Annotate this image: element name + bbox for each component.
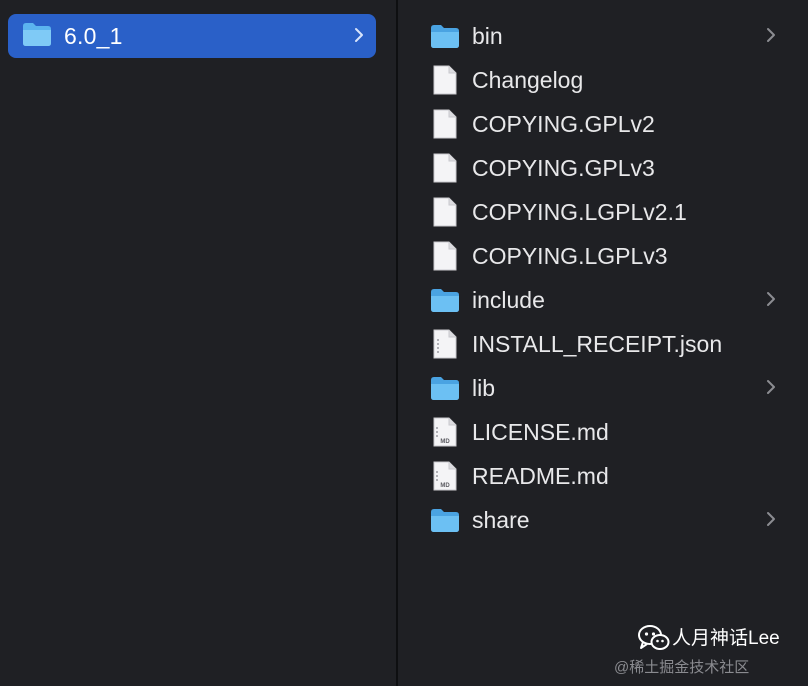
item-name: INSTALL_RECEIPT.json <box>472 330 723 357</box>
file-item[interactable]: MD README.md <box>398 454 808 498</box>
file-badge: MD <box>440 439 450 445</box>
document-icon <box>430 241 460 271</box>
watermark-brand: 人月神话Lee <box>672 628 780 649</box>
item-name: bin <box>472 22 503 49</box>
file-item[interactable]: Changelog <box>398 58 808 102</box>
folder-item[interactable]: bin <box>398 14 808 58</box>
chevron-right-icon <box>766 291 776 312</box>
chevron-right-icon <box>766 379 776 400</box>
folder-icon <box>430 505 460 535</box>
item-name: share <box>472 506 530 533</box>
watermark: 人月神话Lee @稀土掘金技术社区 <box>608 620 798 680</box>
wechat-icon <box>638 624 670 657</box>
right-column: bin Changelog COPYING.GPLv2 COPYING.GPLv3 CO… <box>398 0 808 686</box>
chevron-right-icon <box>766 511 776 532</box>
markdown-file-icon: MD <box>430 417 460 447</box>
document-icon <box>430 65 460 95</box>
folder-icon <box>430 21 460 51</box>
item-name: Changelog <box>472 66 584 93</box>
file-item[interactable]: MD LICENSE.md <box>398 410 808 454</box>
item-name: COPYING.LGPLv3 <box>472 242 668 269</box>
file-item[interactable]: COPYING.GPLv3 <box>398 146 808 190</box>
chevron-right-icon <box>766 27 776 48</box>
item-name: COPYING.GPLv3 <box>472 154 655 181</box>
item-name: include <box>472 286 545 313</box>
folder-icon <box>430 285 460 315</box>
watermark-site: @稀土掘金技术社区 <box>614 659 750 676</box>
document-icon <box>430 153 460 183</box>
folder-item[interactable]: share <box>398 498 808 542</box>
folder-item[interactable]: include <box>398 278 808 322</box>
file-item[interactable]: INSTALL_RECEIPT.json <box>398 322 808 366</box>
folder-item[interactable]: lib <box>398 366 808 410</box>
file-list: bin Changelog COPYING.GPLv2 COPYING.GPLv3 CO… <box>398 14 808 542</box>
item-name: README.md <box>472 462 609 489</box>
folder-item-6-0-1[interactable]: 6.0_1 <box>8 14 376 58</box>
chevron-right-icon <box>354 27 364 48</box>
item-name: COPYING.LGPLv2.1 <box>472 198 687 225</box>
item-name: COPYING.GPLv2 <box>472 110 655 137</box>
markdown-file-icon: MD <box>430 461 460 491</box>
file-item[interactable]: COPYING.LGPLv3 <box>398 234 808 278</box>
file-item[interactable]: COPYING.LGPLv2.1 <box>398 190 808 234</box>
item-name: lib <box>472 374 496 401</box>
folder-icon <box>22 21 52 52</box>
document-icon <box>430 109 460 139</box>
document-icon <box>430 197 460 227</box>
folder-icon <box>430 373 460 403</box>
file-item[interactable]: COPYING.GPLv2 <box>398 102 808 146</box>
file-badge: MD <box>440 483 450 489</box>
item-name: LICENSE.md <box>472 418 609 445</box>
folder-label: 6.0_1 <box>64 22 123 49</box>
left-column: 6.0_1 <box>0 0 396 686</box>
json-file-icon <box>430 329 460 359</box>
